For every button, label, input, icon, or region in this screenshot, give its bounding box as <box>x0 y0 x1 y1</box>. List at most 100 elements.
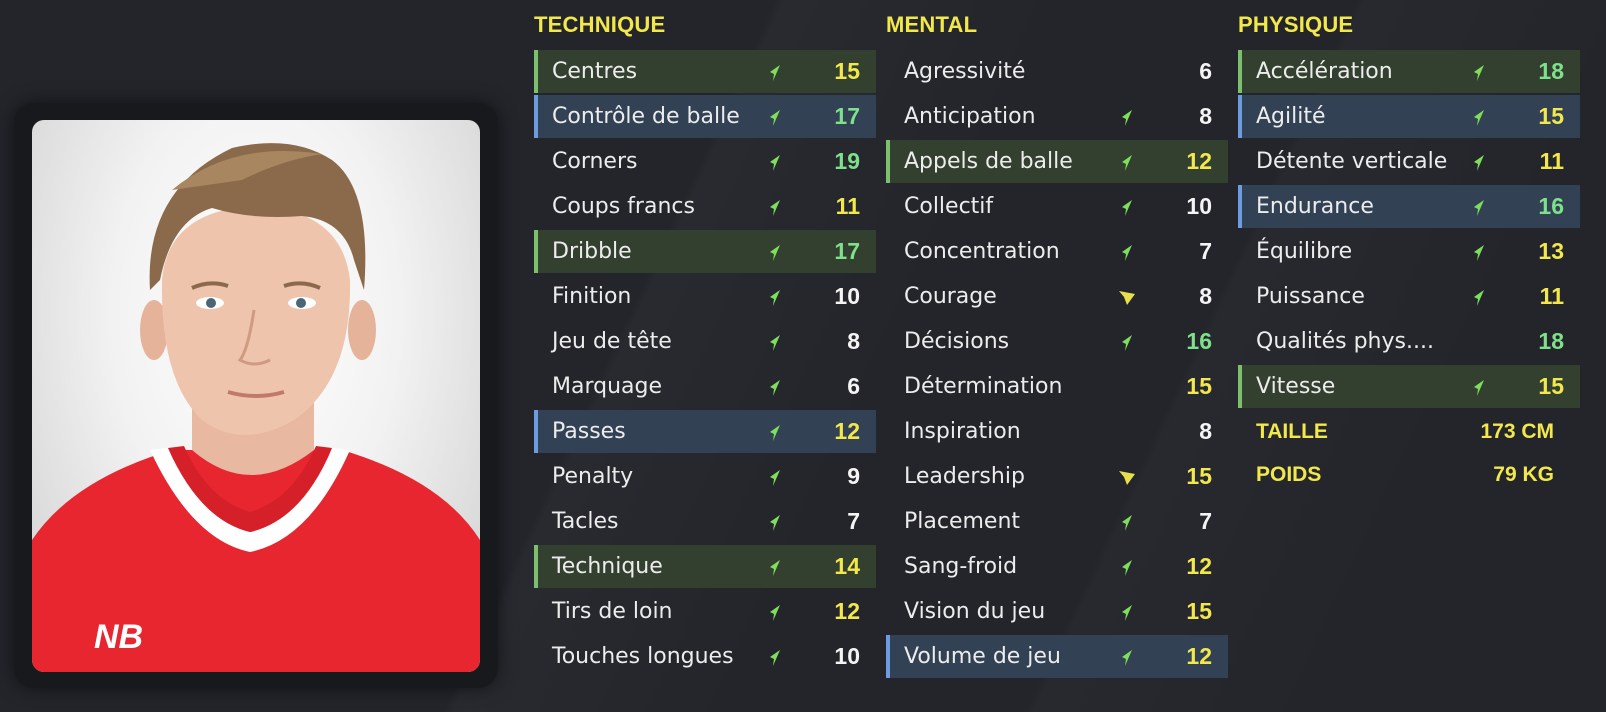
trend-up-arrow-icon <box>770 425 780 441</box>
attribute-value: 7 <box>847 508 860 534</box>
attribute-name: Endurance <box>1256 194 1374 219</box>
attribute-row[interactable]: Inspiration 8 <box>886 410 1228 453</box>
attribute-name: Puissance <box>1256 284 1365 309</box>
attribute-name: Dribble <box>552 239 632 264</box>
attribute-row[interactable]: Accélération 18 <box>1238 50 1580 93</box>
trend-up-arrow-icon <box>770 380 780 396</box>
attribute-value: 15 <box>1186 598 1212 624</box>
attribute-name: Penalty <box>552 464 634 489</box>
attribute-row[interactable]: Courage 8 <box>886 275 1228 318</box>
attribute-row[interactable]: Finition 10 <box>534 275 876 318</box>
attribute-name: Corners <box>552 149 638 174</box>
attribute-value: 10 <box>834 283 860 309</box>
attribute-row[interactable]: Contrôle de balle 17 <box>534 95 876 138</box>
attribute-row[interactable]: Sang-froid 12 <box>886 545 1228 588</box>
trend-up-arrow-icon <box>770 335 780 351</box>
attribute-value: 12 <box>1186 148 1212 174</box>
attribute-row[interactable]: Décisions 16 <box>886 320 1228 363</box>
attribute-name: Détente verticale <box>1256 149 1448 174</box>
attribute-row[interactable]: Vitesse 15 <box>1238 365 1580 408</box>
attribute-value: 15 <box>1538 103 1564 129</box>
attribute-value: 18 <box>1538 58 1564 84</box>
attribute-name: Accélération <box>1256 59 1393 84</box>
technique-column: TECHNIQUE Centres 15 Contrôle de balle 17 Co… <box>534 12 876 680</box>
attribute-value: 6 <box>1199 58 1212 84</box>
physique-column: PHYSIQUE Accélération 18 Agilité 15 Détente … <box>1238 12 1580 496</box>
attribute-value: 7 <box>1199 238 1212 264</box>
attribute-row[interactable]: Collectif 10 <box>886 185 1228 228</box>
technique-attributes: Centres 15 Contrôle de balle 17 Corners 19 Cou… <box>534 50 876 678</box>
attribute-row[interactable]: Équilibre 13 <box>1238 230 1580 273</box>
attribute-name: Anticipation <box>904 104 1036 129</box>
physique-attributes: Accélération 18 Agilité 15 Détente verticale… <box>1238 50 1580 408</box>
attribute-row[interactable]: Centres 15 <box>534 50 876 93</box>
attribute-value: 9 <box>847 463 860 489</box>
attribute-row[interactable]: Corners 19 <box>534 140 876 183</box>
weight-value: 79 KG <box>1493 463 1554 486</box>
attribute-row[interactable]: Placement 7 <box>886 500 1228 543</box>
attribute-row[interactable]: Tirs de loin 12 <box>534 590 876 633</box>
attribute-value: 11 <box>835 193 860 219</box>
trend-neutral-arrow-icon <box>1119 471 1135 485</box>
attribute-value: 18 <box>1538 328 1564 354</box>
attribute-row[interactable]: Vision du jeu 15 <box>886 590 1228 633</box>
attribute-row[interactable]: Endurance 16 <box>1238 185 1580 228</box>
attribute-row[interactable]: Appels de balle 12 <box>886 140 1228 183</box>
attribute-row[interactable]: Leadership 15 <box>886 455 1228 498</box>
attribute-row[interactable]: Concentration 7 <box>886 230 1228 273</box>
attribute-row[interactable]: Touches longues 10 <box>534 635 876 678</box>
attribute-row[interactable]: Marquage 6 <box>534 365 876 408</box>
attribute-value: 16 <box>1186 328 1212 354</box>
trend-up-arrow-icon <box>1474 380 1484 396</box>
attribute-name: Technique <box>552 554 663 579</box>
attribute-row[interactable]: Anticipation 8 <box>886 95 1228 138</box>
attribute-row[interactable]: Qualités phys.... 18 <box>1238 320 1580 363</box>
attribute-row[interactable]: Penalty 9 <box>534 455 876 498</box>
player-portrait[interactable]: NB <box>32 120 480 672</box>
attribute-value: 12 <box>834 598 860 624</box>
attribute-name: Sang-froid <box>904 554 1018 579</box>
trend-up-arrow-icon <box>1474 200 1484 216</box>
attribute-row[interactable]: Passes 12 <box>534 410 876 453</box>
trend-up-arrow-icon <box>770 290 780 306</box>
attribute-row[interactable]: Agilité 15 <box>1238 95 1580 138</box>
attribute-row[interactable]: Jeu de tête 8 <box>534 320 876 363</box>
trend-up-arrow-icon <box>770 560 780 576</box>
attribute-value: 8 <box>847 328 860 354</box>
attribute-row[interactable]: Technique 14 <box>534 545 876 588</box>
attribute-name: Appels de balle <box>904 149 1073 174</box>
attribute-name: Passes <box>552 419 626 444</box>
mental-attributes: Agressivité 6 Anticipation 8 Appels de balle… <box>886 50 1228 678</box>
attribute-name: Centres <box>552 59 638 84</box>
attribute-row[interactable]: Dribble 17 <box>534 230 876 273</box>
attribute-name: Concentration <box>904 239 1060 264</box>
attribute-row[interactable]: Coups francs 11 <box>534 185 876 228</box>
trend-up-arrow-icon <box>1122 155 1132 171</box>
attribute-row[interactable]: Puissance 11 <box>1238 275 1580 318</box>
attribute-row[interactable]: Détermination 15 <box>886 365 1228 408</box>
attribute-name: Collectif <box>904 194 994 219</box>
attribute-name: Tacles <box>552 509 619 534</box>
attribute-name: Agressivité <box>904 59 1026 84</box>
attribute-name: Vision du jeu <box>904 599 1046 624</box>
attribute-name: Marquage <box>552 374 663 399</box>
attribute-row[interactable]: Détente verticale 11 <box>1238 140 1580 183</box>
mental-header: MENTAL <box>886 12 978 37</box>
attribute-name: Contrôle de balle <box>552 104 740 129</box>
attribute-value: 10 <box>834 643 860 669</box>
height-value: 173 CM <box>1480 420 1554 443</box>
attribute-value: 11 <box>1539 148 1564 174</box>
attribute-row[interactable]: Tacles 7 <box>534 500 876 543</box>
trend-up-arrow-icon <box>770 65 780 81</box>
attribute-row[interactable]: Volume de jeu 12 <box>886 635 1228 678</box>
physique-header: PHYSIQUE <box>1238 12 1354 37</box>
trend-up-arrow-icon <box>770 650 780 666</box>
attribute-value: 14 <box>834 553 860 579</box>
height-label: TAILLE <box>1256 420 1328 443</box>
attribute-name: Tirs de loin <box>552 599 673 624</box>
attribute-name: Volume de jeu <box>904 644 1061 669</box>
attribute-row[interactable]: Agressivité 6 <box>886 50 1228 93</box>
trend-up-arrow-icon <box>770 200 780 216</box>
trend-up-arrow-icon <box>1122 515 1132 531</box>
attribute-value: 16 <box>1538 193 1564 219</box>
